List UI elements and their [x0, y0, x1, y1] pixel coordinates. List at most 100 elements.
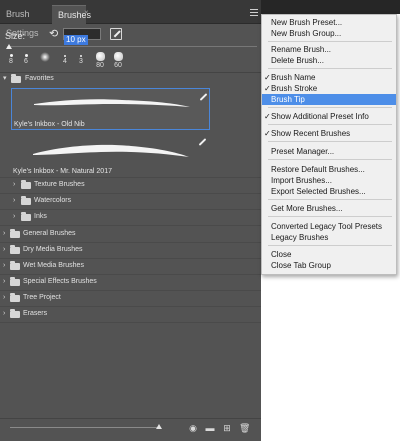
reset-arrow-icon[interactable]: ⟲ — [49, 28, 61, 40]
chevron-down-icon[interactable]: ▾ — [3, 71, 7, 87]
menu-brush-name[interactable]: ✓ Brush Name — [262, 72, 396, 83]
brush-tip-shape — [80, 55, 82, 57]
menu-get-more-brushes[interactable]: Get More Brushes... — [262, 203, 396, 214]
preview-size-handle[interactable] — [156, 424, 162, 429]
menu-separator — [268, 41, 392, 42]
menu-item-label: Brush Name — [271, 73, 316, 82]
group-special-effects-brushes[interactable]: › Special Effects Brushes — [0, 274, 261, 290]
group-label: General Brushes — [23, 230, 76, 237]
preset-brush[interactable]: 8 — [4, 52, 18, 72]
chevron-right-icon[interactable]: › — [3, 290, 5, 306]
menu-delete-brush[interactable]: Delete Brush... — [262, 55, 396, 66]
menu-new-brush-preset[interactable]: New Brush Preset... — [262, 17, 396, 28]
menu-separator — [268, 68, 392, 69]
folder-icon — [21, 212, 31, 221]
menu-preset-manager[interactable]: Preset Manager... — [262, 146, 396, 157]
size-value: 10 px — [64, 35, 88, 45]
preset-size: 6 — [24, 58, 28, 65]
folder-icon — [11, 74, 21, 83]
group-erasers[interactable]: › Erasers — [0, 306, 261, 322]
chevron-right-icon[interactable]: › — [13, 177, 15, 193]
chevron-right-icon[interactable]: › — [3, 306, 5, 322]
chevron-right-icon[interactable]: › — [3, 242, 5, 258]
menu-show-recent-brushes[interactable]: ✓ Show Recent Brushes — [262, 128, 396, 139]
eye-icon[interactable]: ◉ — [188, 423, 198, 433]
menu-close-tab-group[interactable]: Close Tab Group — [262, 260, 396, 271]
folder-icon — [10, 293, 20, 302]
menu-import-brushes[interactable]: Import Brushes... — [262, 175, 396, 186]
brush-stroke-preview — [33, 144, 189, 157]
menu-separator — [268, 245, 392, 246]
tab-brushes[interactable]: Brushes — [52, 5, 91, 24]
size-input[interactable]: 10 px — [63, 28, 101, 45]
chevron-right-icon[interactable]: › — [3, 258, 5, 274]
chevron-right-icon[interactable]: › — [3, 226, 5, 242]
panel-flyout-menu: New Brush Preset... New Brush Group... R… — [261, 14, 397, 275]
size-slider-track[interactable] — [7, 46, 257, 47]
menu-close[interactable]: Close — [262, 249, 396, 260]
preset-brush[interactable]: 80 — [92, 52, 108, 72]
group-dry-media-brushes[interactable]: › Dry Media Brushes — [0, 242, 261, 258]
group-inks[interactable]: › Inks — [0, 209, 261, 225]
group-favorites[interactable]: ▾ Favorites — [0, 71, 261, 87]
group-label: Inks — [34, 213, 47, 220]
group-label: Erasers — [23, 310, 48, 317]
folder-icon — [10, 277, 20, 286]
brush-preset-mr-natural[interactable]: Kyle's Inkbox - Mr. Natural 2017 — [11, 134, 210, 176]
brush-tip-shape — [95, 52, 105, 61]
menu-new-brush-group[interactable]: New Brush Group... — [262, 28, 396, 39]
tab-close-icon[interactable]: × — [84, 8, 92, 18]
group-label: Wet Media Brushes — [23, 262, 84, 269]
menu-separator — [268, 159, 392, 160]
new-brush-icon[interactable]: ⊞ — [222, 423, 232, 433]
brush-preset-old-nib[interactable]: Kyle's Inkbox - Old Nib — [11, 88, 210, 130]
brush-edit-icon[interactable] — [110, 28, 122, 40]
folder-icon — [10, 309, 20, 318]
menu-brush-stroke[interactable]: ✓ Brush Stroke — [262, 83, 396, 94]
menu-separator — [268, 141, 392, 142]
brush-tip-shape — [24, 54, 28, 57]
panel-menu-icon[interactable] — [250, 9, 258, 17]
menu-item-label: Show Recent Brushes — [271, 129, 351, 138]
preview-size-slider[interactable] — [10, 427, 160, 428]
group-label: Dry Media Brushes — [23, 246, 83, 253]
preset-brush[interactable]: 60 — [110, 52, 126, 72]
brush-name: Kyle's Inkbox - Mr. Natural 2017 — [13, 168, 112, 175]
preset-size: 8 — [9, 58, 13, 65]
group-watercolors[interactable]: › Watercolors — [0, 193, 261, 209]
size-slider-handle[interactable] — [6, 44, 12, 49]
preset-brush[interactable]: 4 — [58, 52, 72, 72]
new-folder-icon[interactable]: ▬ — [205, 423, 215, 433]
brush-stroke-preview — [34, 99, 190, 107]
group-general-brushes[interactable]: › General Brushes — [0, 226, 261, 242]
chevron-right-icon[interactable]: › — [13, 193, 15, 209]
preset-size: 3 — [79, 58, 83, 65]
group-label: Watercolors — [34, 197, 72, 204]
menu-brush-tip[interactable]: Brush Tip — [262, 94, 396, 105]
group-wet-media-brushes[interactable]: › Wet Media Brushes — [0, 258, 261, 274]
menu-show-additional-preset-info[interactable]: ✓ Show Additional Preset Info — [262, 111, 396, 122]
menu-export-selected-brushes[interactable]: Export Selected Brushes... — [262, 186, 396, 197]
preset-brush[interactable] — [37, 52, 53, 72]
menu-separator — [268, 199, 392, 200]
preset-size: 60 — [114, 62, 122, 69]
panel-footer: ◉ ▬ ⊞ 🗑 — [0, 418, 261, 441]
trash-icon[interactable]: 🗑 — [239, 423, 250, 433]
group-tree-project[interactable]: › Tree Project — [0, 290, 261, 306]
menu-converted-legacy-tool-presets[interactable]: Converted Legacy Tool Presets — [262, 221, 396, 232]
group-label: Favorites — [25, 75, 54, 82]
group-texture-brushes[interactable]: › Texture Brushes — [0, 177, 261, 193]
menu-rename-brush[interactable]: Rename Brush... — [262, 44, 396, 55]
tab-brush-settings[interactable]: Brush Settings — [0, 5, 52, 38]
preset-brush[interactable]: 6 — [19, 52, 33, 72]
menu-restore-default-brushes[interactable]: Restore Default Brushes... — [262, 164, 396, 175]
checkmark-icon: ✓ — [264, 129, 271, 138]
brush-tip-shape — [113, 52, 123, 61]
brush-tip-shape — [40, 52, 50, 62]
divider — [0, 322, 261, 323]
preset-brush[interactable]: 3 — [74, 52, 88, 72]
menu-separator — [268, 107, 392, 108]
chevron-right-icon[interactable]: › — [3, 274, 5, 290]
menu-legacy-brushes[interactable]: Legacy Brushes — [262, 232, 396, 243]
chevron-right-icon[interactable]: › — [13, 209, 15, 225]
